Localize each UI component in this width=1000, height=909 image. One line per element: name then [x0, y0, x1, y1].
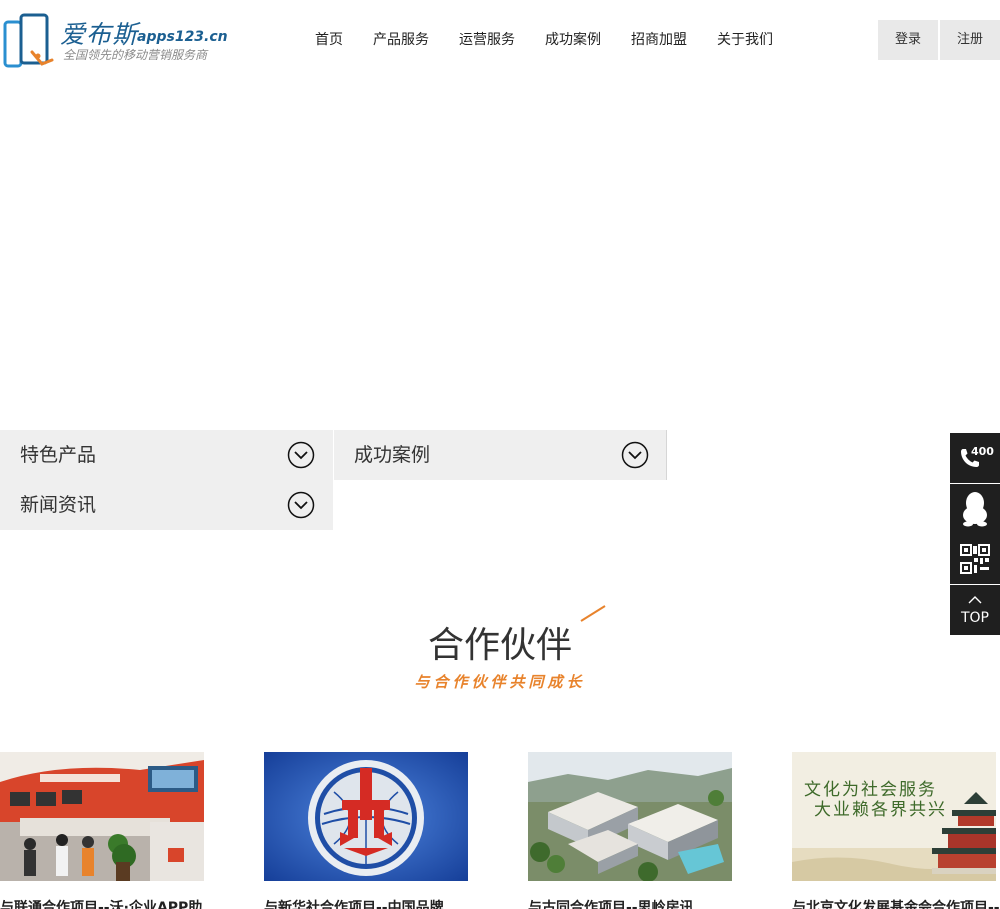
partner-image-xinhua — [264, 752, 468, 881]
chevron-down-icon — [621, 441, 649, 469]
register-button[interactable]: 注册 — [940, 20, 1000, 60]
partner-image-unicom — [0, 752, 204, 881]
qr-code-button[interactable] — [950, 534, 1000, 584]
culture-slogan-2: 大业赖各界共兴 — [814, 800, 947, 820]
qq-penguin-icon — [963, 492, 987, 527]
logo-mark-icon — [3, 13, 54, 68]
nav-home[interactable]: 首页 — [315, 31, 343, 49]
qq-button[interactable] — [950, 484, 1000, 534]
site-logo[interactable]: 爱布斯 apps123.cn 全国领先的移动营销服务商 — [2, 12, 228, 70]
partner-image-realestate — [528, 752, 732, 881]
nav-operations[interactable]: 运营服务 — [459, 31, 515, 49]
nav-cases[interactable]: 成功案例 — [545, 31, 601, 49]
brand-domain: apps123.cn — [137, 29, 228, 45]
nav-products[interactable]: 产品服务 — [373, 31, 429, 49]
qr-code-icon — [960, 544, 990, 574]
partner-title: 与新华社合作项目--中国品牌 — [264, 900, 444, 909]
nav-about[interactable]: 关于我们 — [717, 31, 773, 49]
section-title: 合作伙伴 — [427, 625, 572, 666]
tab-label: 特色产品 — [20, 444, 97, 466]
login-button[interactable]: 登录 — [878, 20, 938, 60]
brand-slogan: 全国领先的移动营销服务商 — [63, 48, 208, 62]
arrow-up-icon — [968, 596, 982, 604]
partner-title: 与北京文化发展基金会合作项目-- — [792, 900, 1000, 909]
partner-image-culture: 文化为社会服务 大业赖各界共兴 — [792, 752, 996, 881]
nav-franchise[interactable]: 招商加盟 — [631, 31, 687, 49]
culture-slogan-1: 文化为社会服务 — [804, 780, 937, 800]
chevron-down-icon — [287, 491, 315, 519]
partner-title: 与古同合作项目--思岭房讯 — [528, 900, 694, 909]
tab-label: 成功案例 — [354, 444, 431, 466]
tab-label: 新闻资讯 — [20, 494, 97, 516]
decorative-stroke — [580, 605, 606, 622]
phone-400-label: 400 — [971, 445, 994, 458]
phone-button[interactable]: 400 — [950, 433, 1000, 483]
chevron-down-icon — [287, 441, 315, 469]
tab-featured-products[interactable]: 特色产品 — [0, 430, 333, 480]
brand-name: 爱布斯 — [60, 20, 139, 49]
tab-success-cases[interactable]: 成功案例 — [334, 430, 667, 480]
partner-title: 与联通合作项目--沃·企业APP助 — [0, 900, 203, 909]
section-subtitle: 与合作伙伴共同成长 — [414, 673, 586, 691]
main-nav: 首页 产品服务 运营服务 成功案例 招商加盟 关于我们 — [300, 31, 788, 49]
tab-news[interactable]: 新闻资讯 — [0, 480, 333, 530]
